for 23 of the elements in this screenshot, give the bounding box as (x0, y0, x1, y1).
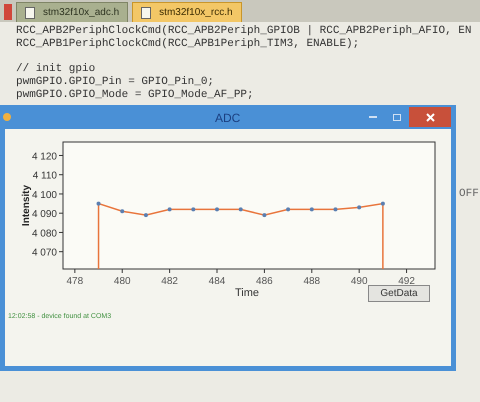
code-line: pwmGPIO.GPIO_Pin = GPIO_Pin_0; (16, 76, 216, 89)
code-line: RCC_APB1PeriphClockCmd(RCC_APB1Periph_TIM3, ENABLE); (16, 38, 360, 51)
x-axis-title: Time (235, 286, 260, 301)
window-title: ADC (215, 110, 240, 127)
code-line: // init gpio (16, 63, 96, 76)
x-tick-label: 482 (161, 276, 178, 284)
x-tick-label: 478 (66, 276, 84, 284)
y-tick-label: 4 100 (32, 190, 57, 201)
code-text: OFF (459, 187, 479, 202)
y-tick-label: 4 090 (32, 209, 57, 220)
x-tick-label: 490 (350, 276, 368, 284)
y-tick-label: 4 110 (32, 170, 57, 182)
x-tick-label: 480 (114, 276, 131, 284)
y-tick-label: 4 070 (32, 248, 57, 259)
y-tick-label: 4 080 (32, 228, 57, 240)
x-tick-label: 486 (256, 276, 273, 284)
code-line: RCC_APB2PeriphClockCmd(RCC_APB2Periph_GPIOB | RCC_APB2Periph_AFIO, EN (16, 25, 472, 38)
y-axis-title: Intensity (21, 184, 32, 226)
x-tick-label: 492 (398, 276, 415, 284)
y-tick-label: 4 120 (32, 151, 57, 162)
code-line: pwmGPIO.GPIO_Mode = GPIO_Mode_AF_PP; (16, 89, 255, 102)
x-tick-label: 488 (303, 276, 320, 284)
x-tick-label: 484 (208, 276, 226, 284)
